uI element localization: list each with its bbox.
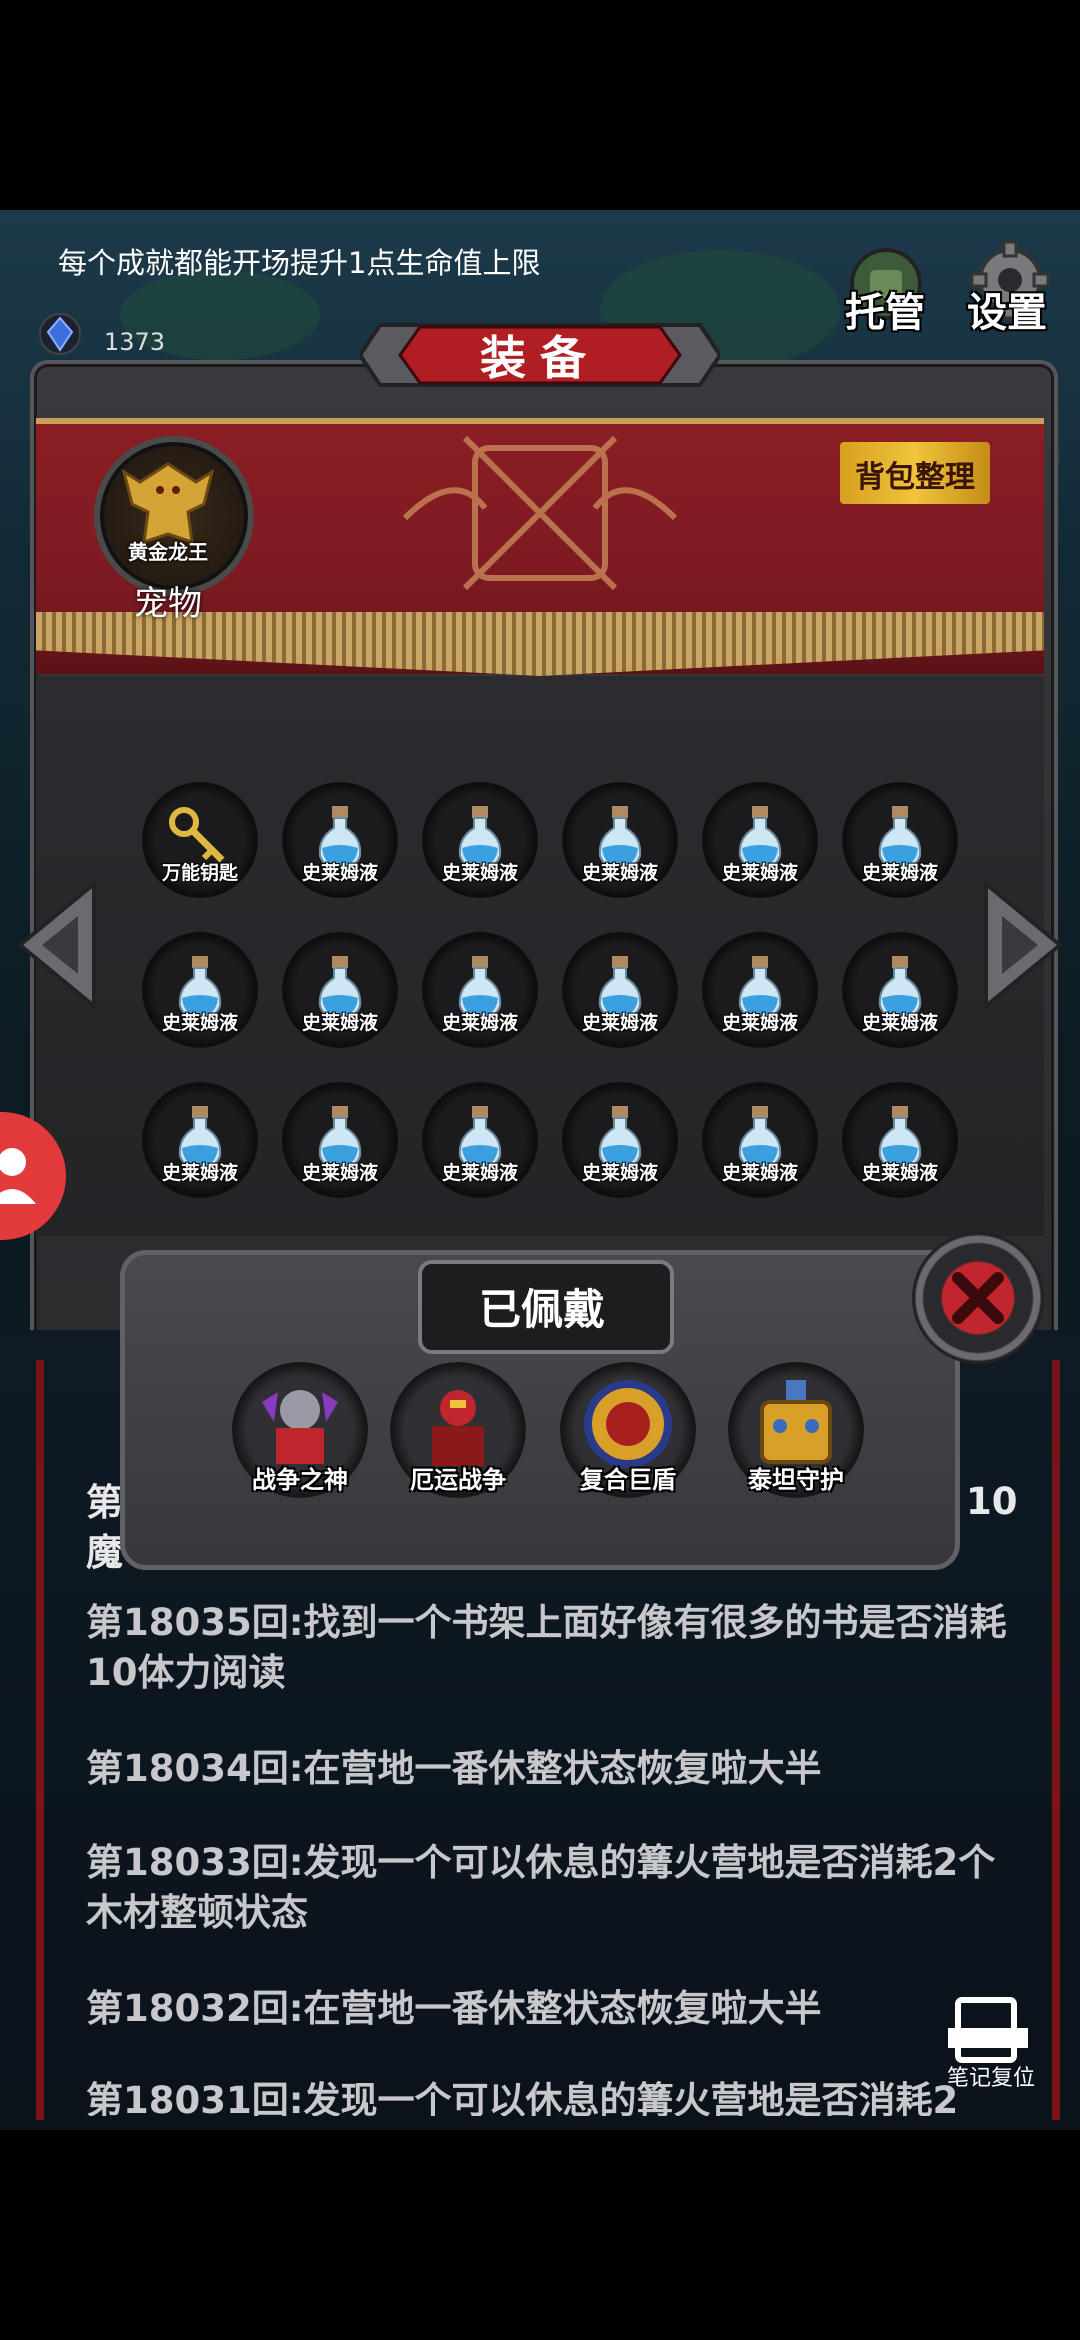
inventory-item-name: 万能钥匙 <box>161 862 238 884</box>
inventory-item-name: 史莱姆液 <box>581 1012 658 1034</box>
note-reset-label: 笔记复位 <box>946 2066 1035 2091</box>
crossed-swords-emblem <box>402 435 678 591</box>
inventory-item-name: 史莱姆液 <box>581 862 658 884</box>
inventory-item-name: 史莱姆液 <box>301 1012 378 1034</box>
pet-label: 宠物 <box>134 584 202 624</box>
inventory-item-name: 史莱姆液 <box>301 862 378 884</box>
inventory-item-name: 史莱姆液 <box>861 1012 938 1034</box>
inventory-item-name: 史莱姆液 <box>441 862 518 884</box>
equipped-item[interactable]: 复合巨盾 <box>560 1362 696 1498</box>
equipped-title: 已佩戴 <box>478 1285 605 1334</box>
inventory-slot[interactable]: 史莱姆液 <box>562 782 678 898</box>
achievement-hint: 每个成就都能开场提升1点生命值上限 <box>58 246 541 280</box>
log-partial-left: 第 魔 <box>86 1481 123 1574</box>
equipped-item[interactable]: 战争之神 <box>232 1362 368 1498</box>
panel-title: 装备 <box>480 331 600 385</box>
close-icon <box>952 1272 1004 1324</box>
auto-play-button[interactable]: 托管 <box>826 240 944 350</box>
inventory-item-name: 史莱姆液 <box>581 1162 658 1184</box>
inventory-slot[interactable]: 史莱姆液 <box>702 782 818 898</box>
inventory-item-name: 史莱姆液 <box>301 1162 378 1184</box>
inventory-slot[interactable]: 史莱姆液 <box>282 1082 398 1198</box>
equipped-item[interactable]: 厄运战争 <box>390 1362 526 1498</box>
log-entry: 第18035回:找到一个书架上面好像有很多的书是否消耗10体力阅读 <box>86 1601 1007 1694</box>
inventory-slot[interactable]: 史莱姆液 <box>562 1082 678 1198</box>
inventory-slot[interactable]: 史莱姆液 <box>422 932 538 1048</box>
inventory-slot[interactable]: 史莱姆液 <box>142 932 258 1048</box>
user-icon <box>0 1148 36 1204</box>
log-entry: 第18034回:在营地一番休整状态恢复啦大半 <box>86 1747 822 1790</box>
log-entry: 第18032回:在营地一番休整状态恢复啦大半 <box>86 1987 822 2030</box>
inventory-slot[interactable]: 史莱姆液 <box>282 782 398 898</box>
settings-button[interactable]: 设置 <box>948 240 1066 350</box>
inventory-slot[interactable]: 史莱姆液 <box>702 1082 818 1198</box>
currency-value: 1373 <box>104 328 166 356</box>
inventory-item-name: 史莱姆液 <box>441 1162 518 1184</box>
inventory-item-name: 史莱姆液 <box>861 1162 938 1184</box>
inventory-slot[interactable]: 史莱姆液 <box>422 782 538 898</box>
inventory-item-name: 史莱姆液 <box>721 1012 798 1034</box>
inventory-item-name: 史莱姆液 <box>861 862 938 884</box>
log-entry: 第18031回:发现一个可以休息的篝火营地是否消耗2 <box>86 2079 959 2116</box>
inventory-slot[interactable]: 史莱姆液 <box>282 932 398 1048</box>
inventory-item-name: 史莱姆液 <box>161 1162 238 1184</box>
inventory-item-name: 史莱姆液 <box>161 1012 238 1034</box>
inventory-item-name: 史莱姆液 <box>721 1162 798 1184</box>
log-entry: 第18033回:发现一个可以休息的篝火营地是否消耗2个木材整顿状态 <box>86 1841 996 1934</box>
auto-play-label: 托管 <box>845 290 925 336</box>
inventory-slot[interactable]: 史莱姆液 <box>842 1082 958 1198</box>
inventory-item-name: 史莱姆液 <box>441 1012 518 1034</box>
inventory-slot[interactable]: 万能钥匙 <box>142 782 258 898</box>
equipped-item[interactable]: 泰坦守护 <box>728 1362 864 1498</box>
inventory-slot[interactable]: 史莱姆液 <box>842 932 958 1048</box>
player-avatar-tab[interactable] <box>0 1112 66 1240</box>
pet-name: 黄金龙王 <box>128 540 208 564</box>
inventory-slot[interactable]: 史莱姆液 <box>142 1082 258 1198</box>
previous-page-arrow[interactable] <box>14 880 104 1010</box>
pet-slot[interactable] <box>94 436 254 596</box>
inventory-slot[interactable]: 史莱姆液 <box>842 782 958 898</box>
next-page-arrow[interactable] <box>976 880 1066 1010</box>
inventory-slot[interactable]: 史莱姆液 <box>422 1082 538 1198</box>
close-button[interactable] <box>912 1232 1044 1364</box>
inventory-slot[interactable]: 史莱姆液 <box>702 932 818 1048</box>
sort-bag-label: 背包整理 <box>855 460 975 495</box>
gem-icon <box>39 313 81 355</box>
settings-label: 设置 <box>967 290 1047 336</box>
inventory-item-name: 史莱姆液 <box>721 862 798 884</box>
log-partial-right: 10 <box>966 1480 1018 1523</box>
inventory-slot[interactable]: 史莱姆液 <box>562 932 678 1048</box>
